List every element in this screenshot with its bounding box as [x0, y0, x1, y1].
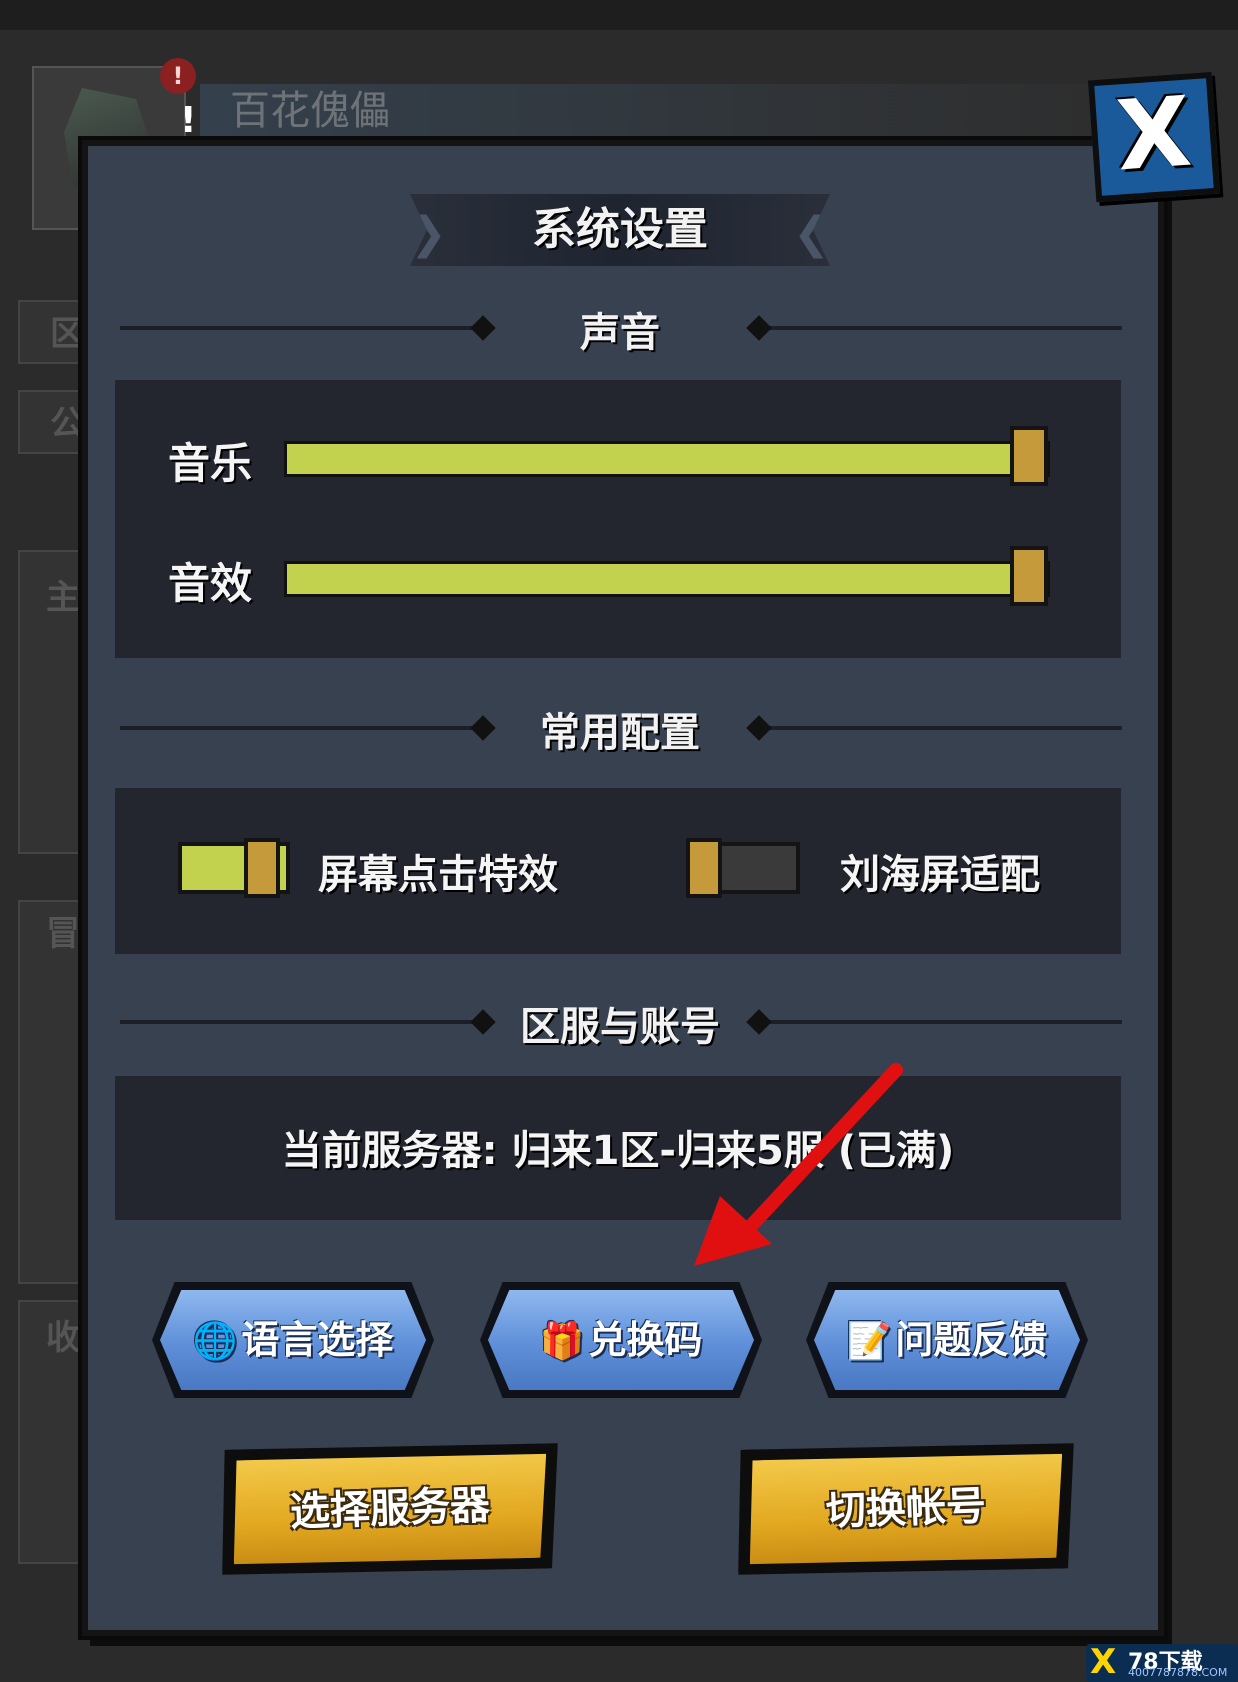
watermark-url: 4007787878.COM — [1128, 1666, 1228, 1679]
arrow-shaft — [731, 1063, 903, 1247]
annotation-arrow — [694, 1063, 903, 1266]
watermark: X 78下载 4007787878.COM — [1086, 1642, 1238, 1682]
watermark-logo: X — [1090, 1642, 1117, 1682]
